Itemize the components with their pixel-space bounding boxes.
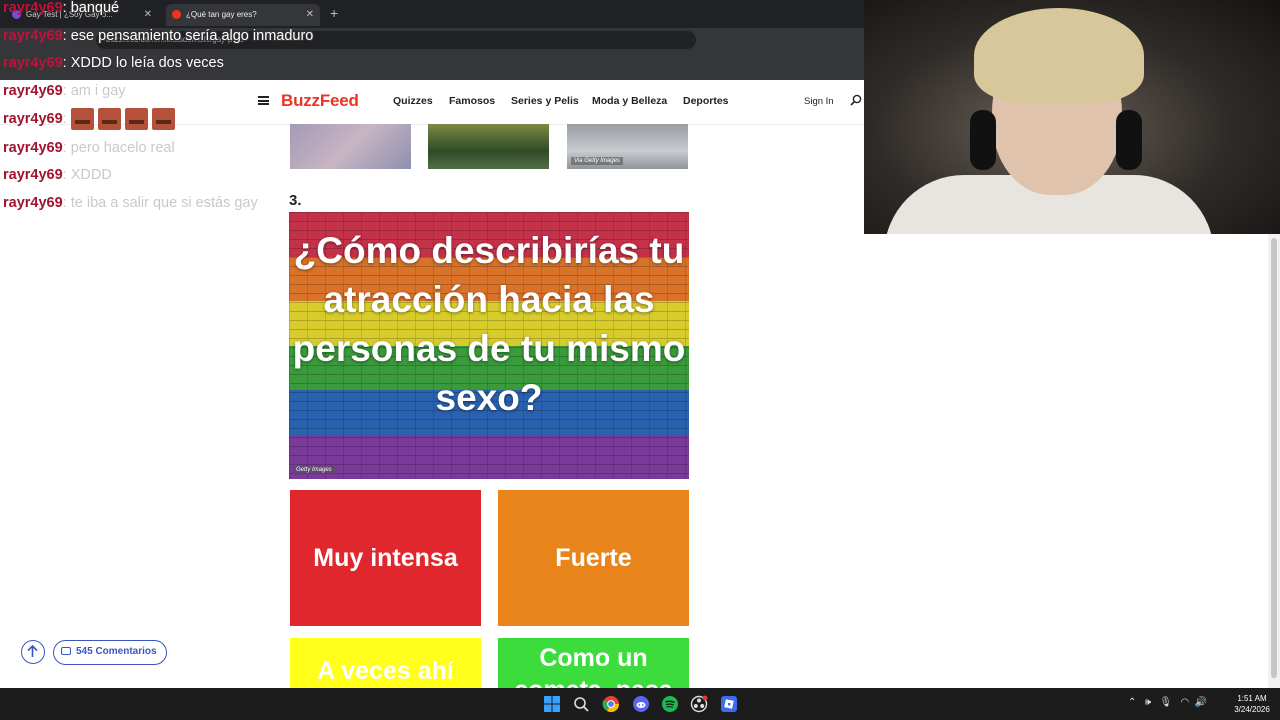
- sign-in-link[interactable]: Sign In: [804, 96, 834, 107]
- headphone-icon: [970, 110, 996, 170]
- web-page: BuzzFeed Quizzes Famosos Series y Pelis …: [0, 80, 864, 688]
- emote-icon: [97, 108, 121, 130]
- answer-muy-intensa[interactable]: Muy intensa: [290, 490, 481, 626]
- answer-a-veces-ahi[interactable]: A veces ahí: [290, 638, 481, 688]
- chat-message: rayr4y69: XDDD: [3, 167, 112, 183]
- image-credit: Getty Images: [293, 466, 335, 474]
- search-icon[interactable]: [850, 94, 862, 106]
- chat-message: rayr4y69:: [3, 108, 179, 130]
- answer-como-un-cometa[interactable]: Como un cometa, pasa: [498, 638, 689, 688]
- close-tab-icon[interactable]: ✕: [306, 4, 314, 26]
- tab-strip: Gay Test | ¿Soy Gay o... ✕ ¿Qué tan gay …: [0, 0, 864, 28]
- windows-start-icon[interactable]: [543, 695, 561, 713]
- chat-text: ese pensamiento sería algo inmaduro: [70, 28, 314, 44]
- comment-icon: [61, 647, 71, 655]
- scroll-to-top-button[interactable]: [21, 640, 45, 664]
- speaker-icon[interactable]: 🔊: [1195, 697, 1207, 708]
- volume-icon[interactable]: 🕪: [1145, 697, 1151, 708]
- chrome-icon[interactable]: [602, 695, 620, 713]
- chat-username: rayr4y69: [3, 110, 63, 127]
- previous-answer-image[interactable]: [428, 124, 549, 169]
- chat-text: XDDD lo leía dos veces: [70, 55, 224, 71]
- emote-icon: [70, 108, 94, 130]
- streamer-hair: [974, 8, 1144, 103]
- nav-series-y-pelis[interactable]: Series y Pelis: [511, 95, 579, 107]
- question-number: 3.: [289, 192, 302, 209]
- nav-quizzes[interactable]: Quizzes: [393, 95, 433, 107]
- nav-moda-y-belleza[interactable]: Moda y Belleza: [592, 95, 667, 107]
- chat-username: rayr4y69: [3, 28, 63, 44]
- tab-favicon-icon: [172, 10, 181, 19]
- time: 1:51 AM: [1237, 694, 1267, 703]
- chat-message: rayr4y69: te iba a salir que si estás ga…: [3, 195, 258, 211]
- chat-message: rayr4y69: pero hacelo real: [3, 140, 175, 156]
- chat-text: am i gay: [70, 83, 126, 99]
- taskbar: ⌃ 🕪 🎙 ◠ 🔊 1:51 AM 3/24/2026: [0, 688, 1280, 720]
- arrow-up-icon: [27, 644, 38, 657]
- obs-icon[interactable]: [690, 695, 708, 713]
- chat-username: rayr4y69: [3, 167, 63, 183]
- emote-icon: [151, 108, 175, 130]
- chat-text: XDDD: [70, 167, 112, 183]
- image-credit: Via Getty Images: [571, 157, 623, 165]
- wifi-icon[interactable]: ◠: [1180, 697, 1189, 708]
- chat-message: rayr4y69: banqué: [3, 0, 120, 16]
- emote-icon: [124, 108, 148, 130]
- question-image: ¿Cómo describirías tu atracción hacia la…: [289, 212, 689, 479]
- close-tab-icon[interactable]: ✕: [144, 4, 152, 26]
- microphone-icon[interactable]: 🎙: [1159, 697, 1172, 708]
- question-text: ¿Cómo describirías tu atracción hacia la…: [292, 230, 686, 418]
- chat-username: rayr4y69: [3, 83, 63, 99]
- discord-icon[interactable]: [632, 695, 650, 713]
- previous-answer-image[interactable]: [290, 124, 411, 169]
- spotify-icon[interactable]: [661, 695, 679, 713]
- scrollbar[interactable]: [1268, 234, 1280, 688]
- chat-username: rayr4y69: [3, 55, 63, 71]
- answer-fuerte[interactable]: Fuerte: [498, 490, 689, 626]
- system-tray: ⌃ 🕪 🎙 ◠ 🔊: [1128, 697, 1207, 708]
- webcam-feed: [864, 0, 1280, 234]
- blank-panel: [864, 234, 1280, 688]
- hamburger-menu-icon[interactable]: [258, 96, 269, 105]
- buzzfeed-logo[interactable]: BuzzFeed: [281, 91, 359, 111]
- chat-text: pero hacelo real: [70, 140, 175, 156]
- roblox-icon[interactable]: [720, 695, 738, 713]
- clock[interactable]: 1:51 AM 3/24/2026: [1228, 693, 1276, 715]
- chat-text: banqué: [70, 0, 120, 16]
- chat-username: rayr4y69: [3, 0, 63, 16]
- new-tab-icon[interactable]: +: [330, 5, 338, 21]
- previous-answer-image[interactable]: Via Getty Images: [567, 124, 688, 169]
- date: 3/24/2026: [1234, 705, 1270, 714]
- nav-famosos[interactable]: Famosos: [449, 95, 495, 107]
- comments-button[interactable]: 545 Comentarios: [53, 640, 167, 665]
- chat-message: rayr4y69: am i gay: [3, 83, 126, 99]
- headphone-icon: [1116, 110, 1142, 170]
- chat-username: rayr4y69: [3, 140, 63, 156]
- search-icon[interactable]: [572, 695, 590, 713]
- tab-label: ¿Qué tan gay eres?: [186, 10, 257, 19]
- nav-deportes[interactable]: Deportes: [683, 95, 729, 107]
- chat-username: rayr4y69: [3, 195, 63, 211]
- chat-message: rayr4y69: ese pensamiento sería algo inm…: [3, 28, 314, 44]
- chat-message: rayr4y69: XDDD lo leía dos veces: [3, 55, 224, 71]
- tab-que-tan-gay[interactable]: ¿Qué tan gay eres? ✕: [166, 4, 320, 26]
- chevron-up-icon[interactable]: ⌃: [1128, 697, 1136, 708]
- comments-label: 545 Comentarios: [76, 646, 157, 657]
- chat-text: te iba a salir que si estás gay: [70, 195, 258, 211]
